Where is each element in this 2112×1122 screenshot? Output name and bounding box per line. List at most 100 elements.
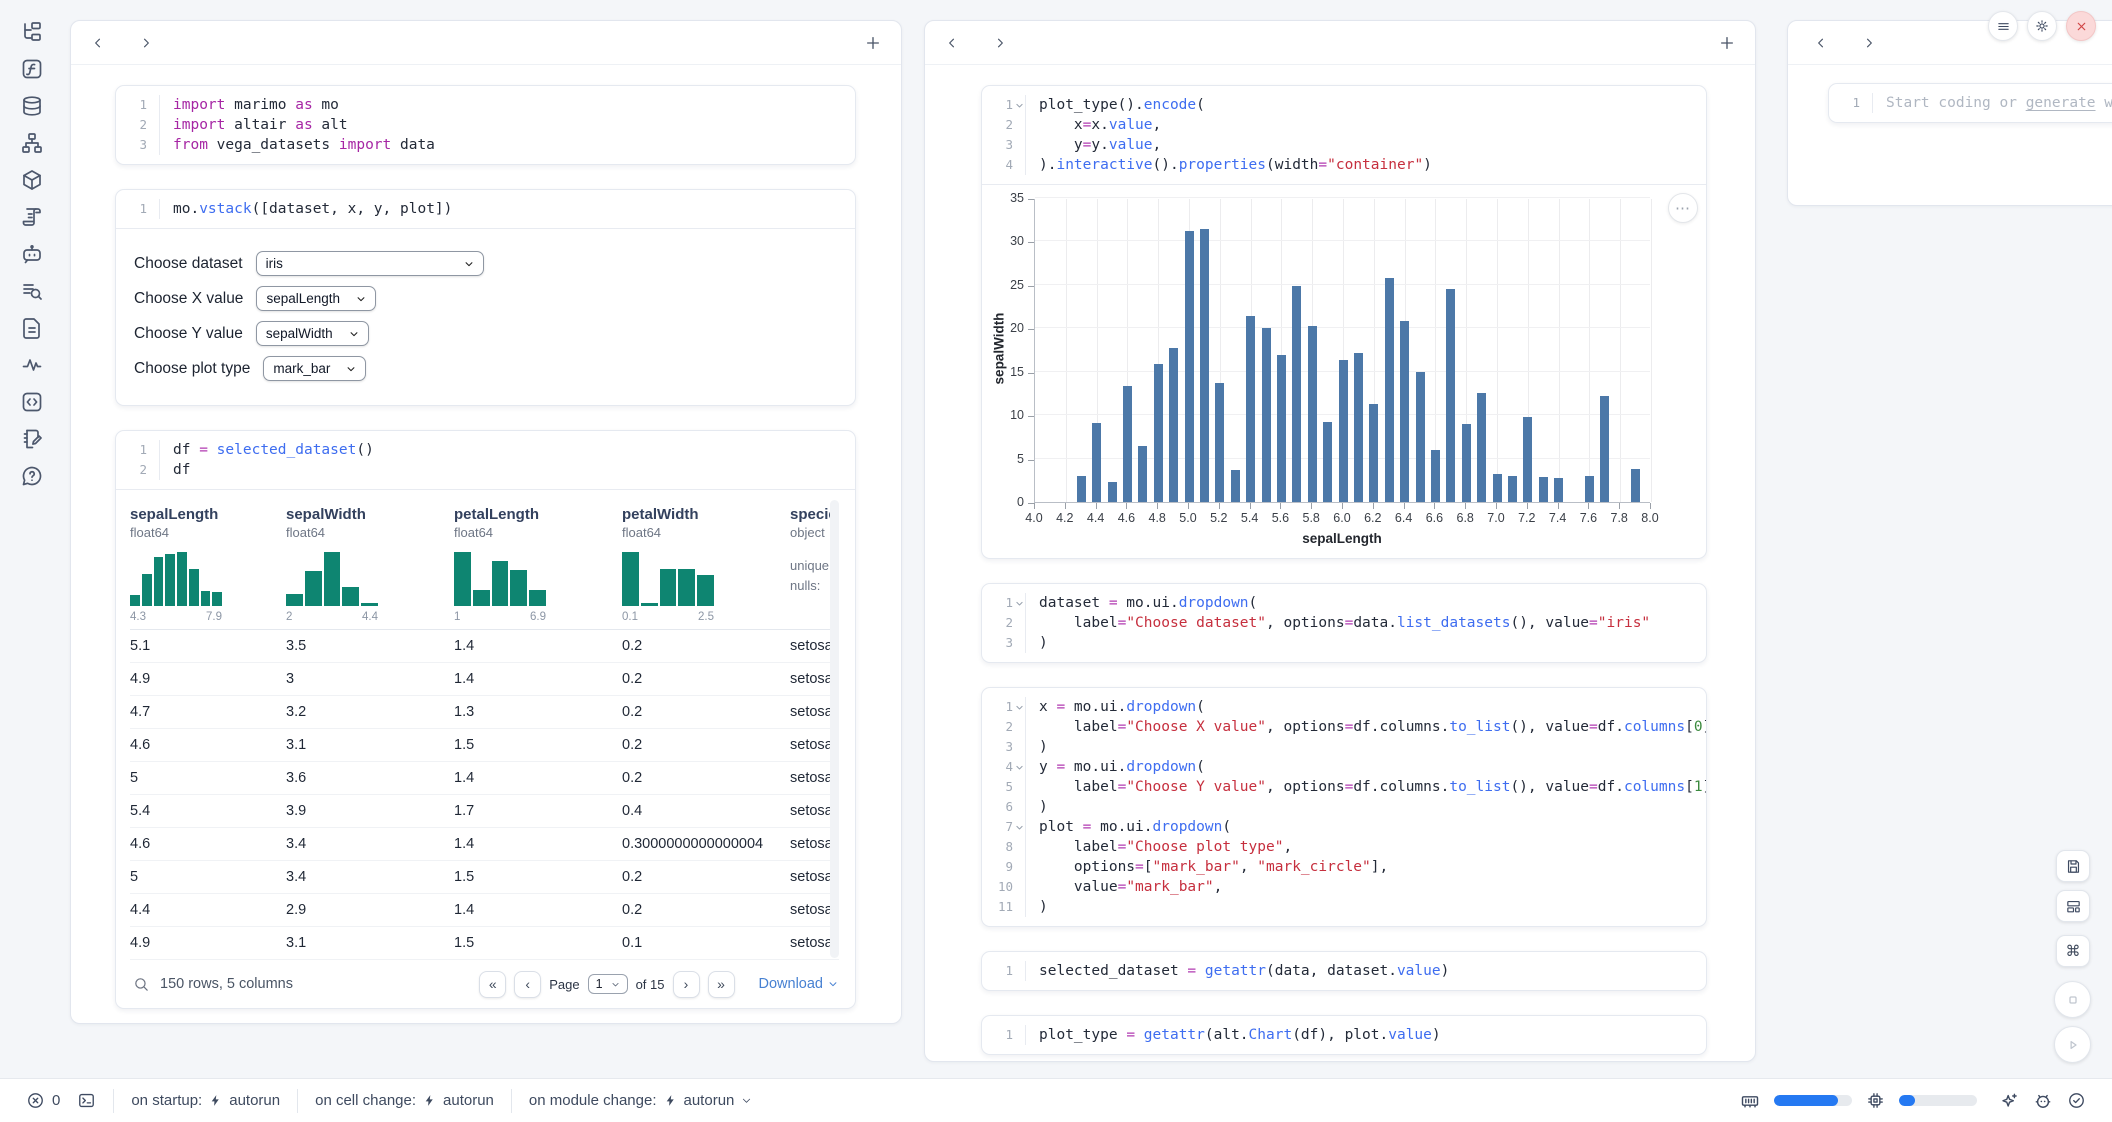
- code-line-text[interactable]: x = mo.ui.dropdown(: [1026, 697, 1205, 717]
- code-line-text[interactable]: ).interactive().properties(width="contai…: [1026, 155, 1432, 175]
- column-header-sepalWidth[interactable]: sepalWidthfloat6424.4: [286, 506, 454, 629]
- fold-toggle[interactable]: [1013, 821, 1025, 833]
- fold-toggle[interactable]: [1013, 701, 1025, 713]
- cell-dataframe[interactable]: 1df = selected_dataset()2df sepalLengthf…: [115, 430, 856, 1009]
- code-line-text[interactable]: ): [1026, 633, 1048, 653]
- feedback-bot-button[interactable]: [2033, 1091, 2053, 1111]
- fold-toggle[interactable]: [1013, 761, 1025, 773]
- code-line-text[interactable]: label="Choose dataset", options=data.lis…: [1026, 613, 1650, 633]
- error-counter[interactable]: 0: [26, 1091, 60, 1110]
- code-editor[interactable]: 1df = selected_dataset()2df: [116, 431, 855, 489]
- fold-toggle[interactable]: [1013, 99, 1025, 111]
- generate-link[interactable]: generate: [2026, 95, 2096, 111]
- code-line-text[interactable]: import altair as alt: [160, 115, 348, 135]
- code-editor[interactable]: 1import marimo as mo2import altair as al…: [116, 86, 855, 164]
- code-line-text[interactable]: import marimo as mo: [160, 95, 339, 115]
- altair-bar-chart[interactable]: 051015202530354.04.24.44.64.85.05.25.45.…: [982, 185, 1706, 558]
- table-row[interactable]: 4.63.11.50.2setosa: [130, 729, 839, 762]
- sidebar-item-datasources[interactable]: [19, 94, 45, 118]
- on-module-change-setting[interactable]: on module change: autorun: [529, 1092, 752, 1109]
- dropdown-choose-y-value[interactable]: sepalWidth: [256, 321, 369, 346]
- code-line-text[interactable]: df = selected_dataset(): [160, 440, 374, 460]
- on-startup-setting[interactable]: on startup: autorun: [131, 1092, 280, 1109]
- ai-assistant-button[interactable]: [1999, 1091, 2019, 1111]
- column-prev-button[interactable]: [941, 32, 963, 54]
- cell-dataset-dropdown[interactable]: 1dataset = mo.ui.dropdown(2 label="Choos…: [981, 583, 1707, 663]
- sidebar-item-outline[interactable]: [19, 205, 45, 229]
- column-next-button[interactable]: [1858, 32, 1880, 54]
- code-line-text[interactable]: from vega_datasets import data: [160, 135, 435, 155]
- dropdown-choose-dataset[interactable]: iris: [256, 251, 484, 276]
- table-scrollbar[interactable]: [830, 500, 839, 958]
- layout-button[interactable]: [2056, 890, 2090, 922]
- sidebar-item-packages[interactable]: [19, 168, 45, 192]
- code-editor[interactable]: 1plot_type().encode(2 x=x.value,3 y=y.va…: [982, 86, 1706, 184]
- code-line-text[interactable]: df: [160, 460, 190, 480]
- cell-xy-plot-dropdowns[interactable]: 1x = mo.ui.dropdown(2 label="Choose X va…: [981, 687, 1707, 927]
- search-icon[interactable]: [133, 976, 150, 993]
- table-row[interactable]: 5.13.51.40.2setosa: [130, 630, 839, 663]
- code-line-text[interactable]: y = mo.ui.dropdown(: [1026, 757, 1205, 777]
- fold-toggle[interactable]: [1013, 597, 1025, 609]
- dataframe-table[interactable]: sepalLengthfloat644.37.9sepalWidthfloat6…: [130, 496, 839, 960]
- add-cell-button[interactable]: [861, 31, 885, 55]
- code-line-text[interactable]: plot_type = getattr(alt.Chart(df), plot.…: [1026, 1025, 1441, 1045]
- table-row[interactable]: 4.93.11.50.1setosa: [130, 927, 839, 960]
- stop-button[interactable]: [2054, 981, 2091, 1018]
- run-button[interactable]: [2054, 1026, 2091, 1063]
- cell-vstack[interactable]: 1mo.vstack([dataset, x, y, plot]) Choose…: [115, 189, 856, 406]
- keyboard-shortcuts-button[interactable]: ⌘: [2056, 935, 2090, 967]
- sidebar-item-variables[interactable]: [19, 57, 45, 81]
- settings-button[interactable]: [2027, 11, 2057, 41]
- dropdown-choose-plot-type[interactable]: mark_bar: [263, 356, 366, 381]
- code-line-text[interactable]: x=x.value,: [1026, 115, 1161, 135]
- code-line-text[interactable]: ): [1026, 897, 1048, 917]
- cell-empty[interactable]: 1 Start coding or generate with: [1828, 83, 2112, 123]
- download-button[interactable]: Download: [759, 976, 839, 992]
- table-row[interactable]: 53.61.40.2setosa: [130, 762, 839, 795]
- column-prev-button[interactable]: [1810, 32, 1832, 54]
- cell-chart[interactable]: 1plot_type().encode(2 x=x.value,3 y=y.va…: [981, 85, 1707, 559]
- prev-page-icon[interactable]: ‹: [514, 971, 541, 998]
- sidebar-item-dependency-graph[interactable]: [19, 131, 45, 155]
- code-line-text[interactable]: selected_dataset = getattr(data, dataset…: [1026, 961, 1449, 981]
- code-line-text[interactable]: dataset = mo.ui.dropdown(: [1026, 593, 1257, 613]
- code-editor[interactable]: 1plot_type = getattr(alt.Chart(df), plot…: [982, 1016, 1706, 1054]
- on-cell-change-setting[interactable]: on cell change: autorun: [315, 1092, 494, 1109]
- cell-plot-type[interactable]: 1plot_type = getattr(alt.Chart(df), plot…: [981, 1015, 1707, 1055]
- sidebar-item-logs[interactable]: [19, 279, 45, 303]
- last-page-icon[interactable]: »: [708, 971, 735, 998]
- code-line-text[interactable]: label="Choose X value", options=df.colum…: [1026, 717, 1707, 737]
- column-next-button[interactable]: [135, 32, 157, 54]
- code-line-text[interactable]: label="Choose Y value", options=df.colum…: [1026, 777, 1707, 797]
- dropdown-choose-x-value[interactable]: sepalLength: [256, 286, 376, 311]
- code-line-text[interactable]: plot = mo.ui.dropdown(: [1026, 817, 1231, 837]
- code-line-text[interactable]: mo.vstack([dataset, x, y, plot]): [160, 199, 452, 219]
- connection-status-button[interactable]: [2067, 1091, 2086, 1110]
- table-row[interactable]: 5.43.91.70.4setosa: [130, 795, 839, 828]
- sidebar-item-ai-chat[interactable]: [19, 242, 45, 266]
- sidebar-item-documentation[interactable]: [19, 316, 45, 340]
- code-line-text[interactable]: value="mark_bar",: [1026, 877, 1222, 897]
- sidebar-item-help[interactable]: [19, 464, 45, 488]
- table-row[interactable]: 53.41.50.2setosa: [130, 861, 839, 894]
- code-line-text[interactable]: plot_type().encode(: [1026, 95, 1205, 115]
- code-editor[interactable]: 1x = mo.ui.dropdown(2 label="Choose X va…: [982, 688, 1706, 926]
- page-select[interactable]: 1: [588, 974, 628, 994]
- column-header-petalWidth[interactable]: petalWidthfloat640.12.5: [622, 506, 790, 629]
- code-line-text[interactable]: ): [1026, 797, 1048, 817]
- add-cell-button[interactable]: [1715, 31, 1739, 55]
- sidebar-item-file-explorer[interactable]: [19, 20, 45, 44]
- save-button[interactable]: [2056, 850, 2090, 882]
- next-page-icon[interactable]: ›: [673, 971, 700, 998]
- code-line-text[interactable]: ): [1026, 737, 1048, 757]
- terminal-button[interactable]: [77, 1091, 96, 1110]
- chart-plot-area[interactable]: [1034, 199, 1650, 503]
- column-next-button[interactable]: [989, 32, 1011, 54]
- column-prev-button[interactable]: [87, 32, 109, 54]
- cell-imports[interactable]: 1import marimo as mo2import altair as al…: [115, 85, 856, 165]
- column-header-petalLength[interactable]: petalLengthfloat6416.9: [454, 506, 622, 629]
- menu-button[interactable]: [1988, 11, 2018, 41]
- code-editor[interactable]: 1selected_dataset = getattr(data, datase…: [982, 952, 1706, 990]
- table-row[interactable]: 4.63.41.40.3000000000000004setosa: [130, 828, 839, 861]
